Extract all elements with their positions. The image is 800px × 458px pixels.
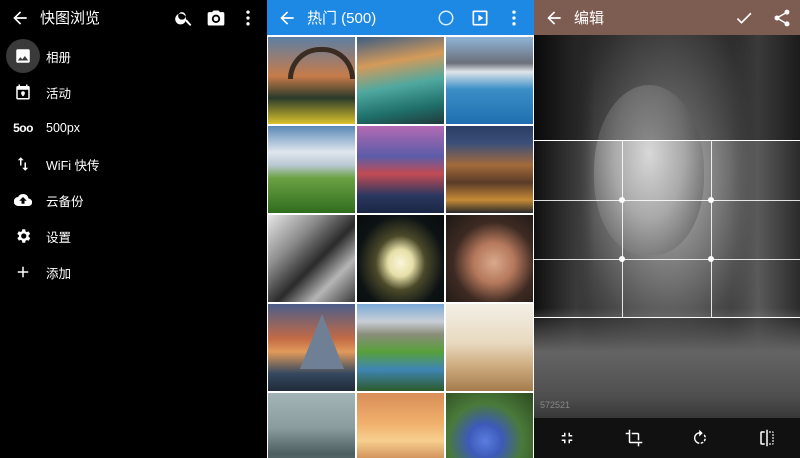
share-icon[interactable] <box>770 6 794 30</box>
more-vert-icon[interactable] <box>236 6 260 30</box>
crop-handle[interactable] <box>619 197 625 203</box>
crop-dim-top <box>534 35 800 140</box>
menu-item-settings[interactable]: 设置 <box>0 218 266 254</box>
gallery-title: 热门 (500) <box>307 10 377 27</box>
gallery-toolbar: 热门 (500) <box>267 0 534 35</box>
crop-grid-line <box>711 141 712 317</box>
photo-tile-golden-lake[interactable] <box>357 393 444 458</box>
menu-item-label: 云备份 <box>46 194 84 209</box>
menu-item-events[interactable]: 活动 <box>0 74 266 110</box>
photo-tile-bridge-sunset[interactable] <box>268 37 355 124</box>
editor-tool-bar <box>534 418 800 458</box>
drawer-panel: 快图浏览 相册 活动 5oo 500px WiFi 快传 云备份 设置 添加 <box>0 0 266 458</box>
500px-logo-text: 5oo <box>13 121 33 135</box>
crop-grid-line <box>534 259 800 260</box>
crop-dim-bottom <box>534 318 800 418</box>
photo-tile-coastal-rocks[interactable] <box>357 37 444 124</box>
photo-album-icon <box>6 39 40 73</box>
crop-grid-line <box>534 200 800 201</box>
menu-item-label: 500px <box>46 121 81 135</box>
photo-tile-portrait-woman[interactable] <box>446 215 533 302</box>
menu-item-wifi-transfer[interactable]: WiFi 快传 <box>0 146 266 182</box>
gear-icon <box>10 223 36 249</box>
menu-item-label: 相册 <box>46 50 72 65</box>
back-arrow-icon[interactable] <box>8 6 32 30</box>
photo-watermark: 572521 <box>540 400 571 410</box>
menu-item-label: 设置 <box>46 230 72 245</box>
flip-icon[interactable] <box>755 426 779 450</box>
photo-tile-architecture-bw[interactable] <box>268 215 355 302</box>
photo-tile-canal-houses[interactable] <box>446 126 533 213</box>
calendar-event-icon <box>10 79 36 105</box>
search-icon[interactable] <box>172 6 196 30</box>
menu-item-album[interactable]: 相册 <box>0 38 266 74</box>
photo-tile-blue-flower[interactable] <box>446 393 533 458</box>
back-arrow-icon[interactable] <box>542 6 566 30</box>
menu-item-label: 活动 <box>46 86 72 101</box>
photo-grid <box>268 37 533 458</box>
crop-icon[interactable] <box>622 426 646 450</box>
menu-item-500px[interactable]: 5oo 500px <box>0 110 266 146</box>
drawer-toolbar: 快图浏览 <box>0 0 266 35</box>
transfer-arrows-icon <box>10 151 36 177</box>
photo-tile-green-field[interactable] <box>268 126 355 213</box>
plus-icon <box>10 259 36 285</box>
cloud-upload-icon <box>10 187 36 213</box>
camera-icon[interactable] <box>204 6 228 30</box>
photo-tile-misty-forest[interactable] <box>268 393 355 458</box>
menu-item-label: WiFi 快传 <box>46 158 100 173</box>
crop-handle[interactable] <box>708 197 714 203</box>
more-vert-icon[interactable] <box>502 6 526 30</box>
slideshow-icon[interactable] <box>468 6 492 30</box>
collapse-icon[interactable] <box>555 426 579 450</box>
menu-item-add[interactable]: 添加 <box>0 254 266 290</box>
drawer-menu: 相册 活动 5oo 500px WiFi 快传 云备份 设置 添加 <box>0 38 266 290</box>
crop-grid-line <box>622 141 623 317</box>
photo-tile-water-lily[interactable] <box>357 215 444 302</box>
crop-frame[interactable] <box>534 140 800 318</box>
menu-item-label: 添加 <box>46 266 72 281</box>
edit-photo[interactable]: 572521 <box>534 35 800 418</box>
rotate-icon[interactable] <box>688 426 712 450</box>
check-icon[interactable] <box>732 6 756 30</box>
select-circle-icon[interactable] <box>434 6 458 30</box>
menu-item-cloud-backup[interactable]: 云备份 <box>0 182 266 218</box>
editor-title: 编辑 <box>574 10 605 27</box>
editor-toolbar: 编辑 <box>534 0 800 35</box>
crop-handle[interactable] <box>708 256 714 262</box>
gallery-panel: 热门 (500) <box>267 0 534 458</box>
photo-tile-mountain-lake[interactable] <box>446 37 533 124</box>
crop-handle[interactable] <box>619 256 625 262</box>
photo-tile-alpine-meadow[interactable] <box>357 304 444 391</box>
app-title: 快图浏览 <box>40 10 101 27</box>
photo-tile-cliff-village[interactable] <box>357 126 444 213</box>
500px-logo-icon: 5oo <box>10 115 36 141</box>
back-arrow-icon[interactable] <box>275 6 299 30</box>
photo-tile-open-book[interactable] <box>446 304 533 391</box>
editor-panel: 编辑 572521 <box>534 0 800 458</box>
photo-tile-pyramid-sunset[interactable] <box>268 304 355 391</box>
